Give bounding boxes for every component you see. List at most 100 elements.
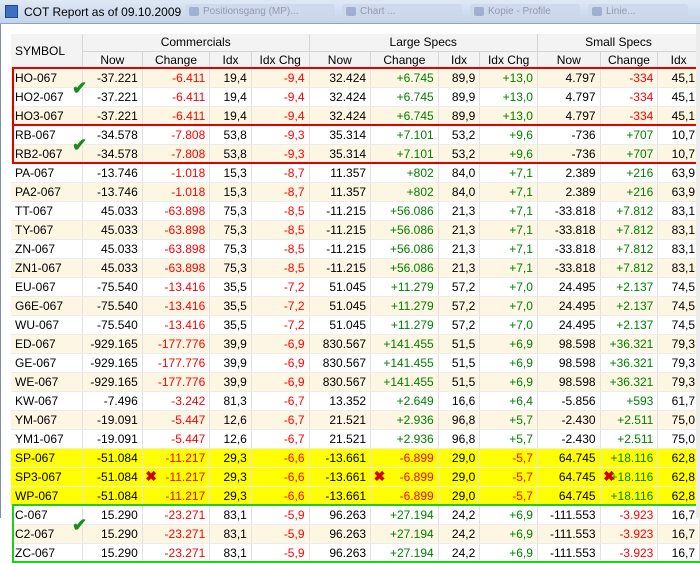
cell-l-chg[interactable]: +7.101 [370, 144, 439, 164]
cell-c-now[interactable]: -13.746 [82, 182, 143, 202]
cell-l-idx[interactable]: 51,5 [438, 334, 481, 354]
cell-c-idxchg[interactable]: -6,6 [251, 486, 310, 506]
cell-c-idxchg[interactable]: -5,9 [251, 505, 310, 525]
cell-l-now[interactable]: 35.314 [309, 125, 372, 145]
cell-s-idx[interactable]: 83,1 [657, 201, 700, 221]
cell-l-chg[interactable]: +141.455 [370, 334, 439, 354]
cell-l-chg[interactable]: -6.899 [370, 448, 439, 468]
cell-s-now[interactable]: 64.745 [537, 448, 601, 468]
cell-s-now[interactable]: 24.495 [537, 315, 601, 335]
cell-s-idx[interactable]: 45,1 [657, 68, 700, 88]
table-row[interactable]: SP-067 -51.084 -11.217 29,3 -6,6 -13.661 -6.89… [11, 448, 700, 468]
cell-l-now[interactable]: -13.661 [309, 448, 372, 468]
cell-l-chg[interactable]: +6.745 [370, 68, 439, 88]
cell-s-idx[interactable]: 74,5 [657, 296, 700, 316]
cell-l-chg[interactable]: +56.086 [370, 258, 439, 278]
cell-l-idxchg[interactable]: +7,0 [479, 277, 538, 297]
cell-c-idx[interactable]: 19,4 [209, 106, 252, 126]
cell-l-idx[interactable]: 29,0 [438, 467, 481, 487]
cell-c-idx[interactable]: 39,9 [209, 334, 252, 354]
cell-l-idx[interactable]: 57,2 [438, 296, 481, 316]
cell-c-idxchg[interactable]: -5,9 [251, 543, 310, 563]
cell-c-idxchg[interactable]: -6,9 [251, 353, 310, 373]
cell-c-idxchg[interactable]: -7,2 [251, 296, 310, 316]
cell-s-idx[interactable]: 16,7 [657, 543, 700, 563]
cell-s-now[interactable]: 4.797 [537, 87, 601, 107]
cell-l-now[interactable]: 96.263 [309, 505, 372, 525]
cell-l-chg[interactable]: +141.455 [370, 353, 439, 373]
cell-c-idxchg[interactable]: -6,9 [251, 334, 310, 354]
cell-l-now[interactable]: 830.567 [309, 353, 372, 373]
cell-l-idxchg[interactable]: +6,9 [479, 524, 538, 544]
cell-c-idx[interactable]: 75,3 [209, 258, 252, 278]
cell-c-idxchg[interactable]: -8,5 [251, 201, 310, 221]
cell-s-idx[interactable]: 74,5 [657, 277, 700, 297]
cell-c-chg[interactable]: -63.898 [142, 201, 211, 221]
cell-s-chg[interactable]: +2.137 [600, 315, 659, 335]
cell-c-chg[interactable]: -5.447 [142, 410, 211, 430]
cell-l-idx[interactable]: 57,2 [438, 277, 481, 297]
cell-s-idx[interactable]: 16,7 [657, 505, 700, 525]
cell-l-idxchg[interactable]: +5,7 [479, 429, 538, 449]
cell-l-idxchg[interactable]: +7,1 [479, 258, 538, 278]
cell-c-chg[interactable]: -7.808 [142, 125, 211, 145]
cell-s-chg[interactable]: +2.511 [600, 429, 659, 449]
cell-symbol[interactable]: GE-067 [11, 353, 83, 373]
cell-l-chg[interactable]: +56.086 [370, 201, 439, 221]
cell-l-idx[interactable]: 89,9 [438, 87, 481, 107]
cell-c-chg[interactable]: -63.898 [142, 239, 211, 259]
table-row[interactable]: YM1-067 -19.091 -5.447 12,6 -6,7 21.521 +2.936… [11, 429, 700, 449]
background-tab[interactable]: Linie... [588, 4, 688, 19]
cell-s-chg[interactable]: -3.923 [600, 524, 659, 544]
cell-s-chg[interactable]: +707 [600, 125, 659, 145]
cell-l-chg[interactable]: +27.194 [370, 543, 439, 563]
cell-l-now[interactable]: 11.357 [309, 163, 372, 183]
cell-c-chg[interactable]: -23.271 [142, 505, 211, 525]
cell-symbol[interactable]: ZN-067 [11, 239, 83, 259]
cell-c-chg[interactable]: -6.411 [142, 87, 211, 107]
cell-c-idxchg[interactable]: -7,2 [251, 315, 310, 335]
cell-s-chg[interactable]: +216 [600, 182, 659, 202]
cell-l-idxchg[interactable]: +13,0 [479, 106, 538, 126]
cell-s-chg[interactable]: -334 [600, 87, 659, 107]
table-row[interactable]: TY-067 45.033 -63.898 75,3 -8,5 -11.215 +56.08… [11, 220, 700, 240]
cell-l-now[interactable]: 35.314 [309, 144, 372, 164]
cell-s-idx[interactable]: 62,8 [657, 467, 700, 487]
cell-l-idx[interactable]: 51,5 [438, 372, 481, 392]
cell-symbol[interactable]: EU-067 [11, 277, 83, 297]
cell-c-chg[interactable]: -63.898 [142, 220, 211, 240]
cell-s-chg[interactable]: +7.812 [600, 201, 659, 221]
cell-l-chg[interactable]: +27.194 [370, 505, 439, 525]
cell-c-idxchg[interactable]: -6,6 [251, 448, 310, 468]
cell-s-idx[interactable]: 79,3 [657, 353, 700, 373]
cell-c-chg[interactable]: -1.018 [142, 182, 211, 202]
cell-l-idx[interactable]: 89,9 [438, 68, 481, 88]
cell-s-chg[interactable]: +2.137 [600, 277, 659, 297]
cell-symbol[interactable]: SP3-067 [11, 467, 83, 487]
cell-c-idx[interactable]: 12,6 [209, 410, 252, 430]
cell-l-now[interactable]: -11.215 [309, 220, 372, 240]
cell-s-idx[interactable]: 45,1 [657, 106, 700, 126]
cell-symbol[interactable]: YM-067 [11, 410, 83, 430]
cell-c-idxchg[interactable]: -6,7 [251, 429, 310, 449]
cell-l-idxchg[interactable]: +9,6 [479, 144, 538, 164]
cell-c-now[interactable]: -37.221 [82, 106, 143, 126]
cell-c-chg[interactable]: -13.416 [142, 296, 211, 316]
cell-c-chg[interactable]: -6.411 [142, 106, 211, 126]
cell-l-idxchg[interactable]: +5,7 [479, 410, 538, 430]
table-row[interactable]: WP-067 -51.084 -11.217 29,3 -6,6 -13.661 -6.89… [11, 486, 700, 506]
cell-c-idx[interactable]: 75,3 [209, 201, 252, 221]
cell-c-idx[interactable]: 15,3 [209, 163, 252, 183]
cell-symbol[interactable]: SP-067 [11, 448, 83, 468]
cell-l-idx[interactable]: 21,3 [438, 239, 481, 259]
cell-l-chg[interactable]: +2.936 [370, 410, 439, 430]
cell-l-idxchg[interactable]: +13,0 [479, 87, 538, 107]
cell-s-idx[interactable]: 10,7 [657, 125, 700, 145]
cell-symbol[interactable]: TY-067 [11, 220, 83, 240]
cell-s-chg[interactable]: +2.511 [600, 410, 659, 430]
table-row[interactable]: RB2-067 -34.578 -7.808 53,8 -9,3 35.314 +7.101… [11, 144, 700, 164]
cell-c-idxchg[interactable]: -7,2 [251, 277, 310, 297]
cell-c-now[interactable]: -75.540 [82, 277, 143, 297]
cell-symbol[interactable]: YM1-067 [11, 429, 83, 449]
cell-c-now[interactable]: -19.091 [82, 429, 143, 449]
